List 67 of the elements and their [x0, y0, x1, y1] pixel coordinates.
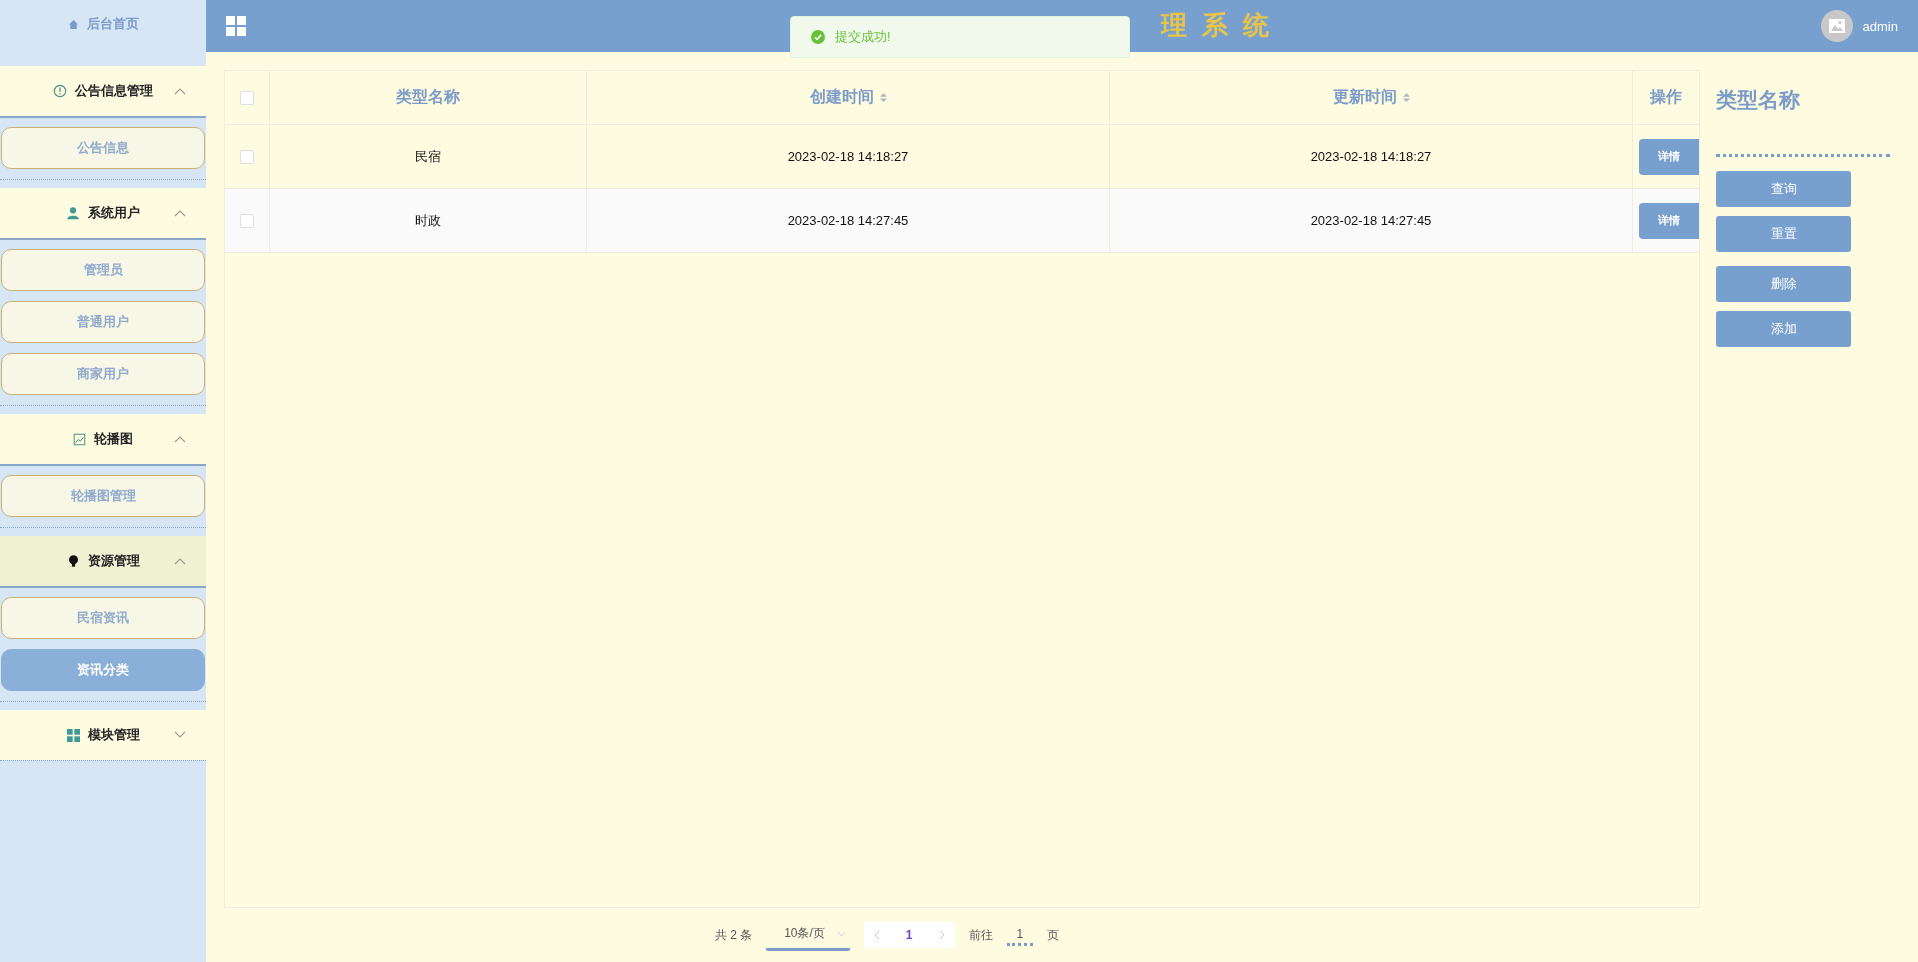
home-icon	[67, 18, 79, 30]
user-icon	[66, 206, 80, 220]
table-cell: 时政	[415, 211, 441, 230]
column-header: 创建时间	[809, 87, 874, 107]
select-all-checkbox[interactable]	[240, 90, 254, 105]
row-checkbox[interactable]	[240, 213, 254, 228]
menu-group-header[interactable]: 系统用户	[0, 188, 206, 240]
previous-page-icon[interactable]	[873, 930, 880, 940]
action-button[interactable]: 删除	[1716, 266, 1851, 302]
column-header: 操作	[1650, 87, 1682, 107]
menu-item[interactable]: 民宿资讯	[1, 597, 205, 639]
chevron-icon	[174, 435, 186, 443]
menu-group-header[interactable]: 公告信息管理	[0, 66, 206, 118]
sort-icon[interactable]	[879, 92, 887, 103]
menu-group-label: 资源管理	[87, 552, 140, 570]
menu-group-label: 公告信息管理	[75, 82, 153, 100]
table-cell: 2023-02-18 14:18:27	[787, 149, 909, 164]
user-name[interactable]: admin	[1862, 18, 1898, 34]
page-size-select[interactable]: 10条/页	[766, 919, 850, 951]
home-menu-item[interactable]: 后台首页	[0, 0, 206, 58]
menu-item[interactable]: 资讯分类	[1, 649, 205, 691]
toast-message: 提交成功!	[835, 28, 891, 46]
menu-group-header[interactable]: 轮播图	[0, 414, 206, 466]
page-input[interactable]: 1	[1006, 924, 1034, 946]
table-cell: 2023-02-18 14:27:45	[787, 213, 909, 228]
chevron-icon	[174, 731, 186, 739]
total-count: 共 2 条	[714, 926, 753, 944]
detail-button[interactable]: 详情	[1639, 138, 1699, 175]
caret-icon	[836, 930, 846, 937]
menu-label: 后台首页	[86, 15, 139, 33]
menu-item[interactable]: 管理员	[1, 249, 205, 291]
menu-item[interactable]: 普通用户	[1, 301, 205, 343]
menu-item[interactable]: 轮播图管理	[1, 475, 205, 517]
bulb-icon	[66, 554, 80, 568]
avatar-icon[interactable]	[1820, 10, 1853, 42]
menu-group-label: 系统用户	[88, 204, 140, 222]
next-page-icon[interactable]	[938, 930, 945, 940]
app-title: 理 系 统	[1161, 9, 1274, 42]
menu-group-header[interactable]: 模块管理	[0, 710, 206, 760]
detail-button[interactable]: 详情	[1639, 202, 1699, 239]
info-icon	[53, 84, 67, 98]
table-cell: 2023-02-18 14:27:45	[1310, 213, 1432, 228]
grid-icon	[66, 728, 80, 742]
column-header: 更新时间	[1332, 87, 1397, 107]
menu-group-header[interactable]: 资源管理	[0, 536, 206, 588]
page-unit-label: 页	[1047, 926, 1060, 944]
menu-item[interactable]: 公告信息	[1, 127, 205, 169]
menu-item[interactable]: 商家用户	[1, 353, 205, 395]
table-cell: 民宿	[415, 147, 441, 166]
search-label: 类型名称	[1716, 87, 1800, 113]
goto-label: 前往	[968, 926, 993, 944]
image-icon	[73, 432, 86, 446]
action-button[interactable]: 查询	[1716, 171, 1851, 207]
action-button[interactable]: 重置	[1716, 216, 1851, 252]
table-cell: 2023-02-18 14:18:27	[1310, 149, 1432, 164]
action-button[interactable]: 添加	[1716, 311, 1851, 347]
chevron-icon	[174, 87, 186, 95]
chevron-icon	[174, 557, 186, 565]
chevron-icon	[174, 209, 186, 217]
column-header: 类型名称	[396, 87, 460, 107]
menu-group-label: 轮播图	[94, 430, 133, 448]
sort-icon[interactable]	[1402, 92, 1410, 103]
page-number[interactable]: 1	[905, 928, 913, 942]
menu-group-label: 模块管理	[87, 726, 140, 744]
row-checkbox[interactable]	[240, 149, 254, 164]
menu-icon[interactable]	[226, 16, 246, 36]
success-icon	[811, 30, 825, 44]
